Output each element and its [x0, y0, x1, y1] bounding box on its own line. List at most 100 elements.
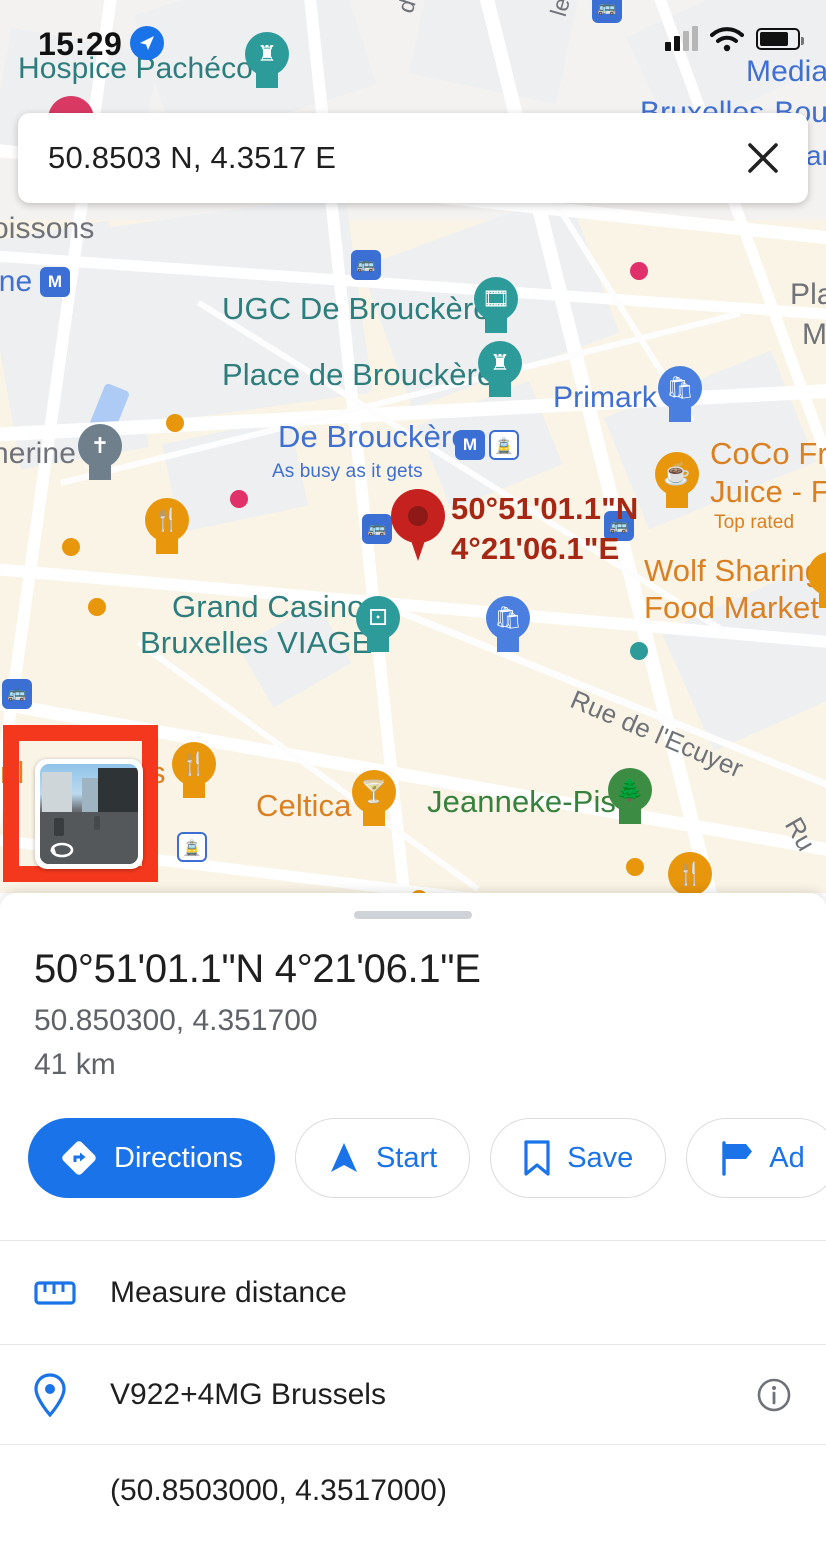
- street-view-thumbnail[interactable]: [35, 759, 143, 869]
- shopping-bag-icon: 🛍: [494, 605, 522, 630]
- map-label-jeanneke-pis[interactable]: Jeanneke-Pis: [427, 784, 616, 820]
- start-label: Start: [375, 1141, 438, 1174]
- map-label-food-market[interactable]: Food Market: [644, 590, 819, 626]
- save-button[interactable]: Save: [490, 1118, 667, 1198]
- map-pin-edge[interactable]: [808, 552, 826, 610]
- tram-chip[interactable]: 🚊: [177, 832, 207, 862]
- map-pin-celtica-bar[interactable]: 🍸: [352, 770, 396, 828]
- marker-coordinate-label-line2: 4°21'06.1"E: [451, 531, 620, 566]
- shopping-bag-icon: 🛍: [666, 375, 694, 400]
- map-label-place-de-brouckere[interactable]: Place de Brouckère: [222, 357, 494, 393]
- metro-chip-de-brouckere[interactable]: M: [455, 430, 485, 460]
- cellular-signal-icon: [665, 26, 698, 51]
- map-pin-primark[interactable]: 🛍: [658, 366, 702, 424]
- map-pin-church[interactable]: ✝: [78, 424, 122, 482]
- place-title: 50°51'01.1"N 4°21'06.1"E: [34, 947, 481, 991]
- map-dot-poi[interactable]: [630, 262, 648, 280]
- sheet-drag-handle[interactable]: [354, 911, 472, 919]
- action-button-row: Directions Start Save Ad: [28, 1118, 826, 1198]
- map-label-coco-fresh-juice[interactable]: CoCo Fre: [710, 436, 826, 472]
- map-dot-poi[interactable]: [88, 598, 106, 616]
- place-details-sheet[interactable]: 50°51'01.1"N 4°21'06.1"E 50.850300, 4.35…: [0, 893, 826, 1562]
- map-label-ugc-de-brouckere[interactable]: UGC De Brouckère: [222, 291, 491, 327]
- map-label-coco-fresh-juice-2[interactable]: Juice - Fo: [710, 474, 826, 510]
- map-label-de-brouckere[interactable]: De Brouckère: [278, 419, 469, 455]
- battery-icon: [756, 28, 804, 50]
- place-decimal-coordinates: 50.850300, 4.351700: [34, 1004, 318, 1037]
- casino-dice-icon: ⚀: [368, 605, 388, 630]
- google-maps-place-screen: Hospice Pachéco de Laeken leurs MediaM B…: [0, 0, 826, 1562]
- map-dot-poi[interactable]: [630, 642, 648, 660]
- map-dot-poi[interactable]: [62, 538, 80, 556]
- restaurant-icon: 🍴: [153, 507, 181, 532]
- map-label-ar: ar: [806, 140, 826, 171]
- map-label-poissons: oissons: [0, 212, 95, 245]
- status-bar: 15:29: [0, 0, 826, 70]
- map-label-bruxelles-viage[interactable]: Bruxelles VIAGE: [140, 625, 372, 661]
- cafe-icon: ☕: [663, 461, 691, 486]
- add-label-text: Ad: [769, 1141, 805, 1174]
- bus-chip[interactable]: 🚌: [351, 250, 381, 280]
- info-icon: [757, 1378, 791, 1411]
- bus-chip[interactable]: 🚌: [2, 679, 32, 709]
- status-bar-clock: 15:29: [38, 26, 123, 62]
- wifi-icon: [710, 27, 744, 52]
- map-label-grand-casino[interactable]: Grand Casino: [172, 589, 364, 625]
- street-view-rotate-icon: [50, 842, 74, 858]
- coordinates-row[interactable]: (50.8503000, 4.3517000): [0, 1444, 826, 1536]
- bus-chip[interactable]: 🚌: [362, 514, 392, 544]
- map-pin-restaurant-2[interactable]: 🍴: [172, 742, 216, 800]
- plus-code-label: V922+4MG Brussels: [110, 1377, 386, 1411]
- marker-coordinate-label-line1: 50°51'01.1"N: [451, 491, 639, 526]
- map-label-sainte-catherine-metro[interactable]: ine: [0, 265, 32, 299]
- map-label-top-rated: Top rated: [714, 512, 795, 533]
- save-label: Save: [567, 1141, 634, 1174]
- film-icon: 🎞: [482, 286, 510, 311]
- plus-code-info-button[interactable]: [732, 1377, 792, 1413]
- restaurant-icon: 🍴: [676, 861, 704, 886]
- map-pin-restaurant-1[interactable]: 🍴: [145, 498, 189, 556]
- coordinates-text: (50.8503000, 4.3517000): [110, 1473, 447, 1507]
- search-bar[interactable]: 50.8503 N, 4.3517 E: [18, 113, 808, 203]
- map-label-primark[interactable]: Primark: [553, 381, 657, 415]
- search-clear-button[interactable]: [718, 141, 808, 175]
- map-label-sainte-catherine: herine: [0, 437, 76, 470]
- map-dot-poi[interactable]: [166, 414, 184, 432]
- map-dot-poi[interactable]: [626, 858, 644, 876]
- directions-label: Directions: [114, 1141, 243, 1174]
- map-label-wolf-sharing[interactable]: Wolf Sharing: [644, 553, 822, 589]
- map-pin-place-de-brouckere[interactable]: ♜: [478, 341, 522, 399]
- map-label-pla: Pla: [790, 278, 826, 311]
- close-icon: [748, 143, 778, 173]
- directions-button[interactable]: Directions: [28, 1118, 275, 1198]
- map-pin-shop[interactable]: 🛍: [486, 596, 530, 654]
- map-pin-grand-casino[interactable]: ⚀: [356, 596, 400, 654]
- plus-code-row[interactable]: V922+4MG Brussels: [0, 1344, 826, 1444]
- map-label-ma: Ma: [802, 318, 826, 351]
- flag-icon: [722, 1141, 753, 1176]
- map-pin-jeanneke-pis[interactable]: 🌲: [608, 768, 652, 826]
- place-pin-icon: [34, 1372, 66, 1417]
- measure-distance-row[interactable]: Measure distance: [0, 1240, 826, 1344]
- navigation-arrow-icon: [330, 1143, 357, 1172]
- map-pin-ugc-cinema[interactable]: 🎞: [474, 277, 518, 335]
- tram-chip[interactable]: 🚊: [489, 430, 519, 460]
- add-label-button[interactable]: Ad: [686, 1118, 826, 1198]
- map-pin-coco-fresh-juice[interactable]: ☕: [655, 452, 699, 510]
- selected-location-marker[interactable]: [391, 489, 445, 561]
- restaurant-icon: 🍴: [180, 751, 208, 776]
- castle-icon: ♜: [490, 350, 510, 375]
- directions-icon: [62, 1141, 96, 1175]
- bookmark-icon: [524, 1140, 550, 1176]
- ruler-icon: [34, 1280, 76, 1305]
- search-input[interactable]: 50.8503 N, 4.3517 E: [18, 140, 718, 176]
- annotation-highlight-box: [3, 725, 158, 882]
- tree-icon: 🌲: [616, 777, 644, 802]
- metro-chip-sainte-catherine[interactable]: M: [40, 267, 70, 297]
- start-button[interactable]: Start: [294, 1118, 471, 1198]
- map-dot-poi[interactable]: [230, 490, 248, 508]
- navigation-arrow-icon: [130, 26, 164, 60]
- measure-distance-label: Measure distance: [110, 1275, 347, 1309]
- map-pin-restaurant-3[interactable]: 🍴: [668, 852, 712, 893]
- map-label-celtica[interactable]: Celtica: [256, 788, 351, 824]
